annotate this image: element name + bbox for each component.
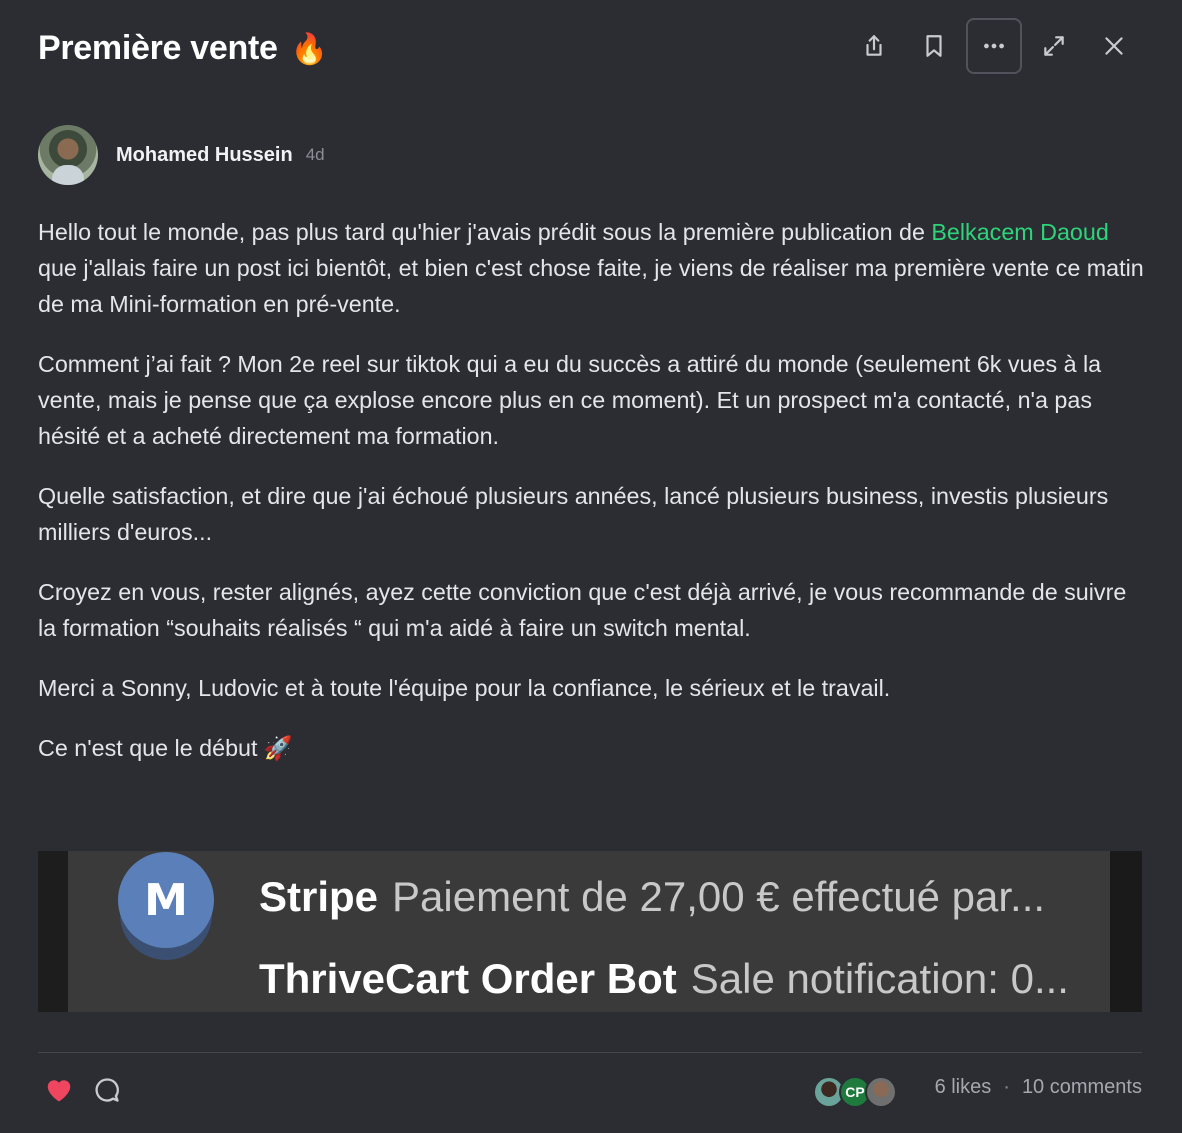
more-options-button[interactable] [966,18,1022,74]
paragraph-1: Hello tout le monde, pas plus tard qu'hi… [38,219,1144,317]
post-toolbar [846,18,1142,74]
comments-count[interactable]: 10 comments [1022,1076,1142,1099]
mail-app-logo: M [118,852,214,948]
paragraph-6: Ce n'est que le début 🚀 [38,735,293,761]
likes-count[interactable]: 6 likes [935,1076,992,1099]
share-button[interactable] [846,18,902,74]
paragraph-4: Croyez en vous, rester alignés, ayez cet… [38,579,1127,641]
fire-emoji: 🔥 [290,33,328,66]
liker-avatar [865,1076,897,1108]
paragraph-3: Quelle satisfaction, et dire que j'ai éc… [38,483,1109,545]
stats-separator: · [1003,1076,1010,1098]
like-heart-icon[interactable] [44,1075,74,1103]
paragraph-2: Comment j’ai fait ? Mon 2e reel sur tikt… [38,351,1102,449]
notification-stripe: Stripe Paiement de 27,00 € effectué par..… [259,873,1046,920]
post-body: Hello tout le monde, pas plus tard qu'hi… [38,214,1148,790]
author-name[interactable]: Mohamed Hussein [116,144,293,167]
author-row: Mohamed Hussein 4d [38,125,325,185]
bookmark-icon [926,35,942,57]
close-button[interactable] [1086,18,1142,74]
post-stats: 6 likes · 10 comments [935,1076,1142,1099]
attached-image[interactable]: M Stripe Paiement de 27,00 € effectué par… [38,851,1142,1012]
expand-button[interactable] [1026,18,1082,74]
expand-icon [1044,36,1064,56]
post-time: 4d [305,145,325,164]
footer-divider [38,1052,1142,1053]
post-header: Première vente 🔥 [38,18,1142,74]
more-icon [984,43,1004,49]
comment-icon[interactable] [93,1076,121,1104]
likers-avatars[interactable]: CP [813,1076,897,1108]
notification-thrivecart: ThriveCart Order Bot Sale notification: 0… [259,955,1069,1002]
paragraph-5: Merci a Sonny, Ludovic et à toute l'équi… [38,675,891,701]
mention-link[interactable]: Belkacem Daoud [931,219,1108,245]
author-avatar[interactable] [38,125,98,185]
share-icon [866,35,882,56]
post-title-text: Première vente [38,29,278,67]
close-icon [1105,37,1123,55]
post-footer: CP 6 likes · 10 comments [38,1068,1142,1112]
post-title: Première vente 🔥 [38,26,328,72]
bookmark-button[interactable] [906,18,962,74]
